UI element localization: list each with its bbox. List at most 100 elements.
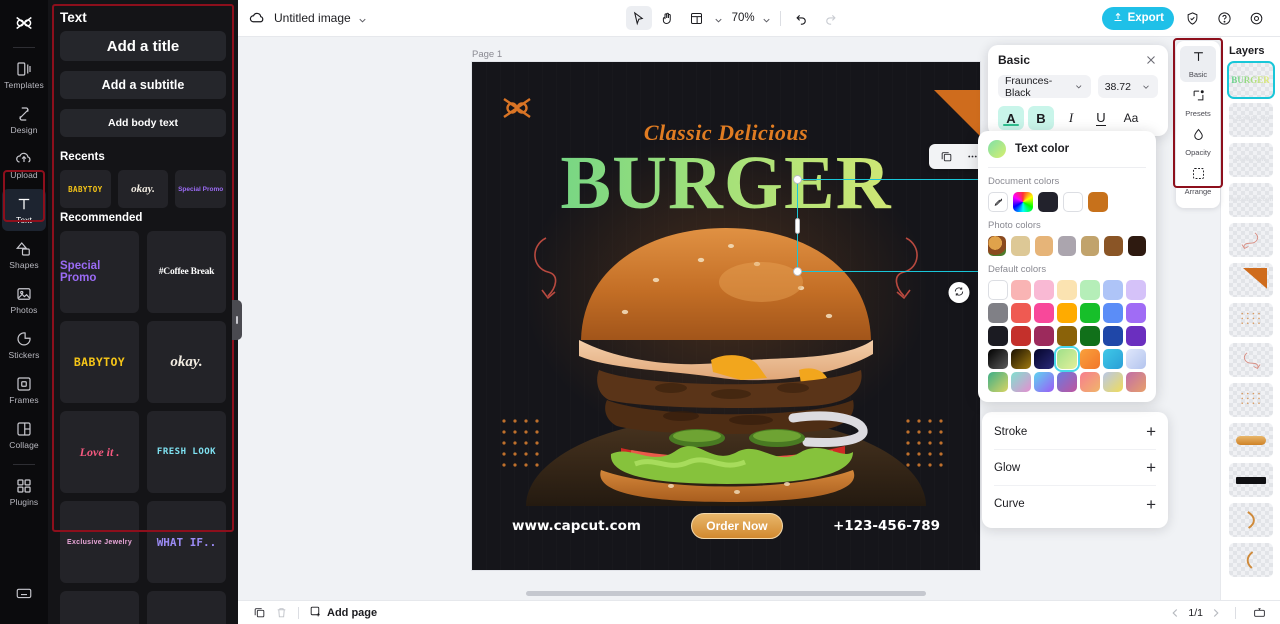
color-swatch-white[interactable] xyxy=(1063,192,1083,212)
current-color-swatch[interactable] xyxy=(988,140,1006,158)
color-swatch[interactable] xyxy=(1103,372,1123,392)
document-title[interactable]: Untitled image xyxy=(274,11,351,25)
color-swatch-orange[interactable] xyxy=(1088,192,1108,212)
design-phone-text[interactable]: +123-456-789 xyxy=(833,518,940,534)
eyedropper-icon[interactable] xyxy=(988,192,1008,212)
color-swatch[interactable] xyxy=(1034,326,1054,346)
add-subtitle-button[interactable]: Add a subtitle xyxy=(60,71,226,99)
artboard[interactable]: Classic Delicious BURGER www.capcut.com … xyxy=(472,62,980,570)
sidebar-item-upload[interactable]: Upload xyxy=(2,144,46,186)
sidebar-item-shapes[interactable]: Shapes xyxy=(2,234,46,276)
zoom-chevron-down-icon[interactable] xyxy=(761,13,772,24)
color-swatch-rainbow[interactable] xyxy=(1013,192,1033,212)
color-swatch[interactable] xyxy=(988,280,1008,300)
settings-gear-icon[interactable] xyxy=(1244,6,1270,30)
template-card[interactable]: WHAT IF.. xyxy=(147,501,226,583)
color-swatch[interactable] xyxy=(1103,303,1123,323)
layer-item-swoosh-2[interactable] xyxy=(1228,343,1273,377)
panel-collapse-handle[interactable] xyxy=(232,300,242,340)
color-swatch[interactable] xyxy=(1011,280,1031,300)
design-website-text[interactable]: www.capcut.com xyxy=(512,518,641,534)
sidebar-item-plugins[interactable]: Plugins xyxy=(2,471,46,513)
undo-button[interactable] xyxy=(789,6,815,30)
sidebar-item-design[interactable]: Design xyxy=(2,99,46,141)
layer-item-bar[interactable] xyxy=(1228,463,1273,497)
tool-basic[interactable]: Basic xyxy=(1180,46,1216,82)
layer-item-burger[interactable]: BURGER xyxy=(1226,61,1275,99)
add-title-button[interactable]: Add a title xyxy=(60,31,226,61)
photo-source-swatch[interactable] xyxy=(988,236,1007,256)
color-swatch[interactable] xyxy=(1034,349,1054,369)
sidebar-item-photos[interactable]: Photos xyxy=(2,279,46,321)
present-icon[interactable] xyxy=(1248,604,1270,622)
color-swatch[interactable] xyxy=(1057,326,1077,346)
capcut-logo-icon[interactable] xyxy=(7,8,41,38)
add-page-button[interactable]: Add page xyxy=(309,605,377,621)
keyboard-shortcuts-icon[interactable] xyxy=(2,572,46,614)
prev-page-icon[interactable] xyxy=(1168,606,1182,620)
add-glow-icon[interactable]: + xyxy=(1146,459,1156,476)
template-card[interactable]: okay. xyxy=(147,321,226,403)
duplicate-page-button[interactable] xyxy=(248,604,270,622)
layer-item-pill[interactable] xyxy=(1228,423,1273,457)
color-swatch-selected[interactable] xyxy=(1054,346,1080,372)
bold-button[interactable]: B xyxy=(1028,106,1054,130)
sidebar-item-frames[interactable]: Frames xyxy=(2,369,46,411)
next-page-icon[interactable] xyxy=(1209,606,1223,620)
recent-item[interactable]: Special Promo xyxy=(175,170,227,208)
layer-item-order-now[interactable]: Order Now xyxy=(1228,143,1273,177)
color-swatch[interactable] xyxy=(1126,326,1146,346)
tool-opacity[interactable]: Opacity xyxy=(1180,124,1216,160)
underline-button[interactable]: U xyxy=(1088,106,1114,130)
layer-item-arc-2[interactable] xyxy=(1228,543,1273,577)
color-swatch[interactable] xyxy=(1080,303,1100,323)
color-swatch-black[interactable] xyxy=(1038,192,1058,212)
hand-pan-tool[interactable] xyxy=(655,6,681,30)
color-swatch[interactable] xyxy=(1103,326,1123,346)
text-case-button[interactable]: Aa xyxy=(1118,106,1144,130)
canvas-horizontal-scrollbar[interactable] xyxy=(526,591,926,596)
cursor-select-tool[interactable] xyxy=(625,6,652,30)
template-card[interactable]: #Coffee Break xyxy=(147,231,226,313)
sidebar-item-text[interactable]: Text xyxy=(2,189,46,231)
font-size-select[interactable]: 38.72 xyxy=(1097,75,1158,98)
layer-item-phone[interactable]: +123-456-789 xyxy=(1228,103,1273,137)
color-swatch[interactable] xyxy=(1034,372,1054,392)
rotate-handle[interactable] xyxy=(948,282,970,303)
selection-frame[interactable] xyxy=(793,144,980,303)
template-card[interactable] xyxy=(60,591,139,624)
tool-presets[interactable]: Presets xyxy=(1180,85,1216,121)
color-swatch[interactable] xyxy=(1011,372,1031,392)
color-swatch[interactable] xyxy=(1011,326,1031,346)
color-swatch[interactable] xyxy=(1126,303,1146,323)
redo-button[interactable] xyxy=(818,6,844,30)
color-swatch-photo-5[interactable] xyxy=(1104,236,1123,256)
resize-handle-left[interactable] xyxy=(795,217,800,234)
color-swatch[interactable] xyxy=(1057,280,1077,300)
color-swatch[interactable] xyxy=(1057,303,1077,323)
shield-check-icon[interactable] xyxy=(1180,6,1206,30)
design-cta-button[interactable]: Order Now xyxy=(691,513,783,539)
help-circle-icon[interactable] xyxy=(1212,6,1238,30)
color-swatch-photo-4[interactable] xyxy=(1081,236,1100,256)
layer-item-corner[interactable] xyxy=(1228,263,1273,297)
color-swatch[interactable] xyxy=(1103,349,1123,369)
color-swatch[interactable] xyxy=(988,303,1008,323)
recent-item[interactable]: okay. xyxy=(117,170,169,208)
add-stroke-icon[interactable]: + xyxy=(1146,423,1156,440)
color-swatch[interactable] xyxy=(1080,372,1100,392)
color-swatch[interactable] xyxy=(1103,280,1123,300)
color-swatch[interactable] xyxy=(1126,349,1146,369)
italic-button[interactable]: I xyxy=(1058,106,1084,130)
sidebar-item-templates[interactable]: Templates xyxy=(2,54,46,96)
color-swatch[interactable] xyxy=(988,372,1008,392)
stroke-row[interactable]: Stroke + xyxy=(994,414,1156,450)
layer-item-swoosh[interactable] xyxy=(1228,223,1273,257)
template-card[interactable]: Love it . xyxy=(60,411,139,493)
resize-handle-bottom-left[interactable] xyxy=(793,267,802,276)
copy-layer-icon[interactable] xyxy=(934,147,958,167)
color-swatch-photo-6[interactable] xyxy=(1127,236,1146,256)
layer-item-website[interactable]: www.capcut.com xyxy=(1228,183,1273,217)
template-card[interactable]: Exclusive Jewelry xyxy=(60,501,139,583)
color-swatch[interactable] xyxy=(988,349,1008,369)
